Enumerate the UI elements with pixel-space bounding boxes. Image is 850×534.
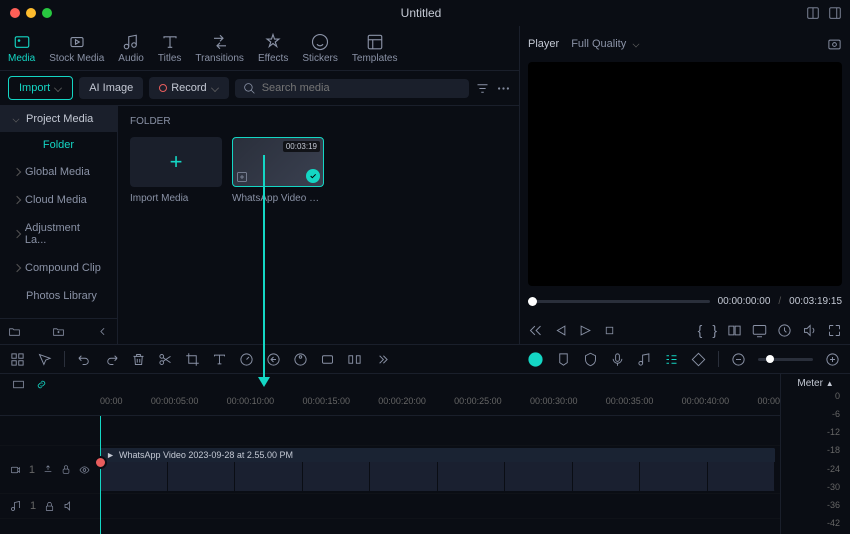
- import-button[interactable]: Import: [8, 76, 73, 100]
- tab-transitions[interactable]: Transitions: [195, 33, 244, 64]
- new-folder-icon[interactable]: [8, 325, 21, 338]
- pointer-icon[interactable]: [37, 352, 52, 367]
- ai-image-button[interactable]: AI Image: [79, 77, 143, 99]
- tab-stock-media[interactable]: Stock Media: [49, 33, 104, 64]
- play-icon[interactable]: [578, 323, 593, 338]
- zoom-in-icon[interactable]: [825, 352, 840, 367]
- section-label: FOLDER: [130, 116, 507, 127]
- ai-icon[interactable]: [527, 351, 544, 368]
- mask-icon[interactable]: [347, 352, 362, 367]
- audio-track-icon: [10, 500, 22, 512]
- search-input[interactable]: [262, 82, 461, 94]
- mark-in-icon[interactable]: {: [698, 322, 703, 338]
- clip-duration: 00:03:19: [283, 141, 320, 152]
- stop-icon[interactable]: [603, 324, 616, 337]
- progress-slider[interactable]: [528, 300, 710, 303]
- window-controls[interactable]: [0, 8, 52, 18]
- visibility-icon[interactable]: [79, 464, 90, 476]
- mute-icon[interactable]: [63, 500, 75, 512]
- add-to-timeline-icon[interactable]: [236, 171, 248, 183]
- tab-effects[interactable]: Effects: [258, 33, 288, 64]
- prev-frame-icon[interactable]: [528, 323, 543, 338]
- color-icon[interactable]: [293, 352, 308, 367]
- text-icon[interactable]: [212, 352, 227, 367]
- mark-out-icon[interactable]: }: [712, 322, 717, 338]
- new-bin-icon[interactable]: [52, 325, 65, 338]
- audio-track: 1: [0, 494, 780, 519]
- video-track: 1 WhatsApp Video 2023-09-28 at 2.55.00 P…: [0, 446, 780, 494]
- keyframe-icon[interactable]: [691, 352, 706, 367]
- mic-icon[interactable]: [610, 352, 625, 367]
- player-viewport[interactable]: [528, 62, 842, 286]
- plus-icon: +: [170, 149, 183, 175]
- undo-icon[interactable]: [77, 352, 92, 367]
- tab-templates[interactable]: Templates: [352, 33, 398, 64]
- sidebar-item-photos[interactable]: Photos Library: [0, 282, 117, 310]
- adjust-icon[interactable]: [320, 352, 335, 367]
- layout-grid-icon[interactable]: [10, 352, 25, 367]
- link-icon[interactable]: [35, 378, 48, 391]
- zoom-out-icon[interactable]: [731, 352, 746, 367]
- timeline-ruler[interactable]: 00:0000:00:05:0000:00:10:0000:00:15:0000…: [0, 394, 780, 416]
- main-tabs: Media Stock Media Audio Titles Transitio…: [0, 26, 519, 70]
- redo-icon[interactable]: [104, 352, 119, 367]
- fullscreen-icon[interactable]: [827, 323, 842, 338]
- import-media-tile[interactable]: + Import Media: [130, 137, 222, 204]
- marker-icon[interactable]: [556, 352, 571, 367]
- sidebar-header[interactable]: Project Media: [0, 106, 117, 132]
- search-icon: [243, 82, 256, 95]
- more-icon[interactable]: [496, 81, 511, 96]
- shield-icon[interactable]: [583, 352, 598, 367]
- lock-icon[interactable]: [44, 501, 55, 512]
- sidebar-item-adjustment[interactable]: Adjustment La...: [0, 214, 117, 254]
- media-clip[interactable]: 00:03:19 WhatsApp Video 202...: [232, 137, 324, 204]
- speed-icon[interactable]: [239, 352, 254, 367]
- quality-dropdown[interactable]: Full Quality: [571, 38, 640, 50]
- filter-icon[interactable]: [475, 81, 490, 96]
- document-title: Untitled: [401, 6, 442, 20]
- tab-media[interactable]: Media: [8, 33, 35, 64]
- layout-icon[interactable]: [806, 6, 820, 20]
- snapshot-icon[interactable]: [827, 37, 842, 52]
- total-time: 00:03:19:15: [789, 296, 842, 307]
- compare-icon[interactable]: [727, 323, 742, 338]
- check-icon: [306, 169, 320, 183]
- tab-audio[interactable]: Audio: [118, 33, 144, 64]
- sidebar-item-compound[interactable]: Compound Clip: [0, 254, 117, 282]
- sidebar-item-cloud[interactable]: Cloud Media: [0, 186, 117, 214]
- current-time: 00:00:00:00: [718, 296, 771, 307]
- record-button[interactable]: Record: [149, 77, 228, 99]
- reverse-icon[interactable]: [266, 352, 281, 367]
- play-back-icon[interactable]: [553, 323, 568, 338]
- display-icon[interactable]: [752, 323, 767, 338]
- render-icon[interactable]: [777, 323, 792, 338]
- track-toggle-icon[interactable]: [12, 378, 25, 391]
- player-label: Player: [528, 38, 559, 50]
- more-tools-icon[interactable]: [374, 352, 389, 367]
- split-icon[interactable]: [158, 352, 173, 367]
- tab-stickers[interactable]: Stickers: [302, 33, 338, 64]
- export-track-icon[interactable]: [43, 464, 53, 475]
- music-icon[interactable]: [637, 352, 652, 367]
- video-clip[interactable]: WhatsApp Video 2023-09-28 at 2.55.00 PM: [100, 448, 775, 491]
- search-field[interactable]: [235, 79, 469, 98]
- collapse-icon[interactable]: [96, 325, 109, 338]
- sidebar-folder[interactable]: Folder: [0, 132, 117, 158]
- crop-icon[interactable]: [185, 352, 200, 367]
- zoom-slider[interactable]: [758, 358, 813, 361]
- panel-icon[interactable]: [828, 6, 842, 20]
- tab-titles[interactable]: Titles: [158, 33, 182, 64]
- titlebar: Untitled: [0, 0, 850, 26]
- volume-icon[interactable]: [802, 323, 817, 338]
- audio-meter: Meter ▲ 0-6-12-18-24-30-36-42: [780, 374, 850, 534]
- delete-icon[interactable]: [131, 352, 146, 367]
- video-track-icon: [10, 464, 21, 476]
- mix-icon[interactable]: [664, 352, 679, 367]
- lock-icon[interactable]: [61, 464, 71, 475]
- sidebar-item-global[interactable]: Global Media: [0, 158, 117, 186]
